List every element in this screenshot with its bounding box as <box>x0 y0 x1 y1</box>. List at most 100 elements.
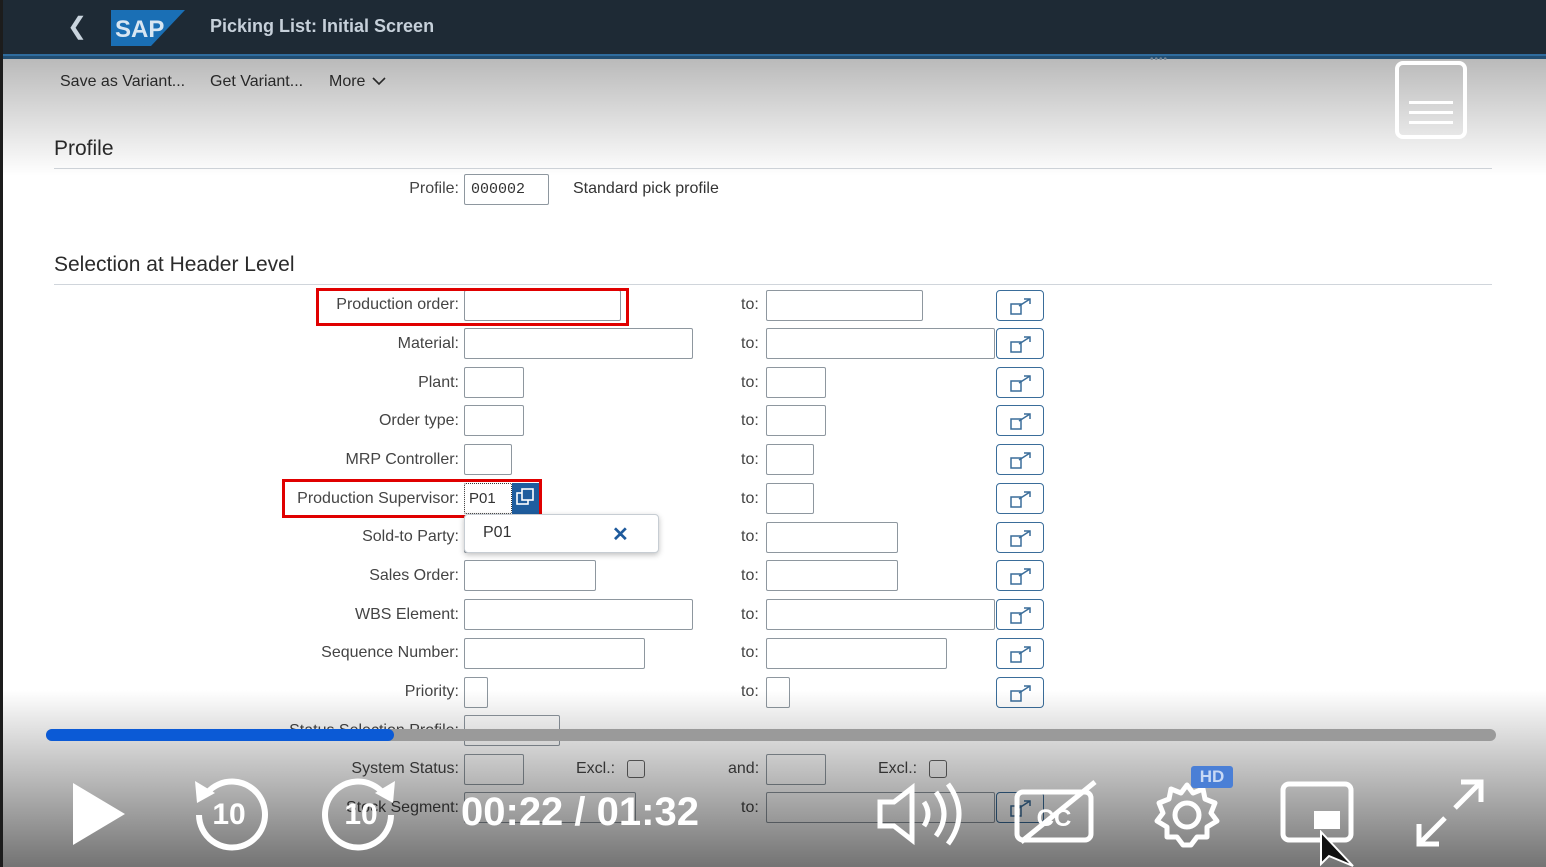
plant-to-input[interactable] <box>766 367 826 398</box>
wbs-element-label: WBS Element: <box>354 606 459 623</box>
to-label: to: <box>741 683 759 700</box>
multiple-selection-button[interactable] <box>996 677 1044 708</box>
sales-order-to-input[interactable] <box>766 560 898 591</box>
order-type-to-input[interactable] <box>766 405 826 436</box>
to-label: to: <box>741 644 759 661</box>
rewind-10-icon[interactable]: 10 <box>189 773 269 853</box>
to-label: to: <box>741 606 759 623</box>
sales-order-label: Sales Order: <box>369 567 459 584</box>
priority-label: Priority: <box>404 683 459 700</box>
profile-label: Profile: <box>409 180 459 197</box>
multiple-selection-icon <box>1010 298 1031 315</box>
mouse-cursor-icon <box>1320 830 1354 867</box>
exclude-checkbox[interactable] <box>627 760 645 778</box>
more-menu-button[interactable]: More <box>329 73 386 91</box>
plant-label: Plant: <box>418 374 459 391</box>
sold-to-party-label: Sold-to Party: <box>362 528 459 545</box>
highlight-production-order <box>316 288 629 326</box>
multiple-selection-icon <box>1010 413 1031 430</box>
wbs-element-input[interactable] <box>464 599 693 630</box>
production-order-to-input[interactable] <box>766 290 923 321</box>
sap-screen: ❮ SAP Picking List: Initial Screen •••• … <box>3 0 1546 867</box>
chevron-down-icon <box>372 77 386 86</box>
sales-order-input[interactable] <box>464 560 596 591</box>
header-section-title: Selection at Header Level <box>54 253 295 276</box>
priority-to-input[interactable] <box>766 677 790 708</box>
multiple-selection-icon <box>1010 685 1031 702</box>
multiple-selection-button[interactable] <box>996 599 1044 630</box>
sequence-number-to-input[interactable] <box>766 638 947 669</box>
close-icon[interactable]: ✕ <box>612 522 629 547</box>
system-status-input[interactable] <box>464 754 524 785</box>
multiple-selection-button[interactable] <box>996 560 1044 591</box>
mrp-controller-input[interactable] <box>464 444 512 475</box>
plant-input[interactable] <box>464 367 524 398</box>
logo-text: SAP <box>115 16 164 43</box>
multiple-selection-button[interactable] <box>996 328 1044 359</box>
order-type-input[interactable] <box>464 405 524 436</box>
material-label: Material: <box>397 335 459 352</box>
save-as-variant-button[interactable]: Save as Variant... <box>60 73 185 91</box>
multiple-selection-icon <box>1010 336 1031 353</box>
profile-input[interactable]: 000002 <box>464 174 549 205</box>
sap-logo[interactable]: SAP <box>111 10 185 46</box>
value-suggestion-popup[interactable]: P01 ✕ <box>464 514 659 553</box>
excl-label: Excl.: <box>576 760 616 777</box>
multiple-selection-icon <box>1010 646 1031 663</box>
video-progress-bar[interactable] <box>46 729 1496 741</box>
page-title: Picking List: Initial Screen <box>210 16 435 36</box>
multiple-selection-icon <box>1010 530 1031 547</box>
divider <box>54 284 1492 285</box>
multiple-selection-button[interactable] <box>996 638 1044 669</box>
menu-bar <box>1409 111 1453 114</box>
sequence-number-input[interactable] <box>464 638 645 669</box>
video-time: 00:22 / 01:32 <box>461 790 699 834</box>
production-supervisor-to-input[interactable] <box>766 483 814 514</box>
excl-label: Excl.: <box>878 760 918 777</box>
highlight-production-supervisor <box>282 479 542 518</box>
volume-icon[interactable] <box>876 782 966 846</box>
to-label: to: <box>741 335 759 352</box>
chapters-menu-icon[interactable] <box>1395 61 1467 139</box>
to-label: to: <box>741 799 759 816</box>
multiple-selection-button[interactable] <box>996 444 1044 475</box>
divider <box>54 168 1492 169</box>
sold-to-party-to-input[interactable] <box>766 522 898 553</box>
multiple-selection-icon <box>1010 491 1031 508</box>
priority-input[interactable] <box>464 677 488 708</box>
wbs-element-to-input[interactable] <box>766 599 995 630</box>
suggestion-item[interactable]: P01 <box>483 524 511 542</box>
multiple-selection-button[interactable] <box>996 405 1044 436</box>
material-input[interactable] <box>464 328 693 359</box>
profile-section-title: Profile <box>54 137 114 160</box>
multiple-selection-button[interactable] <box>996 483 1044 514</box>
to-label: to: <box>741 412 759 429</box>
to-label: to: <box>741 374 759 391</box>
material-to-input[interactable] <box>766 328 995 359</box>
order-type-label: Order type: <box>378 412 459 429</box>
profile-description: Standard pick profile <box>573 180 719 197</box>
menu-bar <box>1409 101 1453 104</box>
to-label: to: <box>741 451 759 468</box>
more-label: More <box>329 73 366 90</box>
forward-10-icon[interactable]: 10 <box>321 773 401 853</box>
exclude-checkbox[interactable] <box>929 760 947 778</box>
fullscreen-icon[interactable] <box>1413 776 1487 850</box>
settings-gear-icon[interactable] <box>1151 779 1223 851</box>
menu-bar <box>1409 121 1453 124</box>
captions-off-icon[interactable]: CC <box>1011 778 1101 846</box>
to-label: to: <box>741 567 759 584</box>
toolbar: Save as Variant... Get Variant... More <box>3 59 1546 107</box>
multiple-selection-button[interactable] <box>996 522 1044 553</box>
back-icon[interactable]: ❮ <box>67 14 87 40</box>
multiple-selection-button[interactable] <box>996 367 1044 398</box>
multiple-selection-icon <box>1010 607 1031 624</box>
multiple-selection-icon <box>1010 568 1031 585</box>
multiple-selection-button[interactable] <box>996 290 1044 321</box>
mrp-controller-to-input[interactable] <box>766 444 814 475</box>
play-icon[interactable] <box>69 781 129 847</box>
forward-seconds: 10 <box>344 798 377 831</box>
get-variant-button[interactable]: Get Variant... <box>210 73 303 91</box>
system-status-and-input[interactable] <box>766 754 826 785</box>
and-label: and: <box>728 760 760 777</box>
